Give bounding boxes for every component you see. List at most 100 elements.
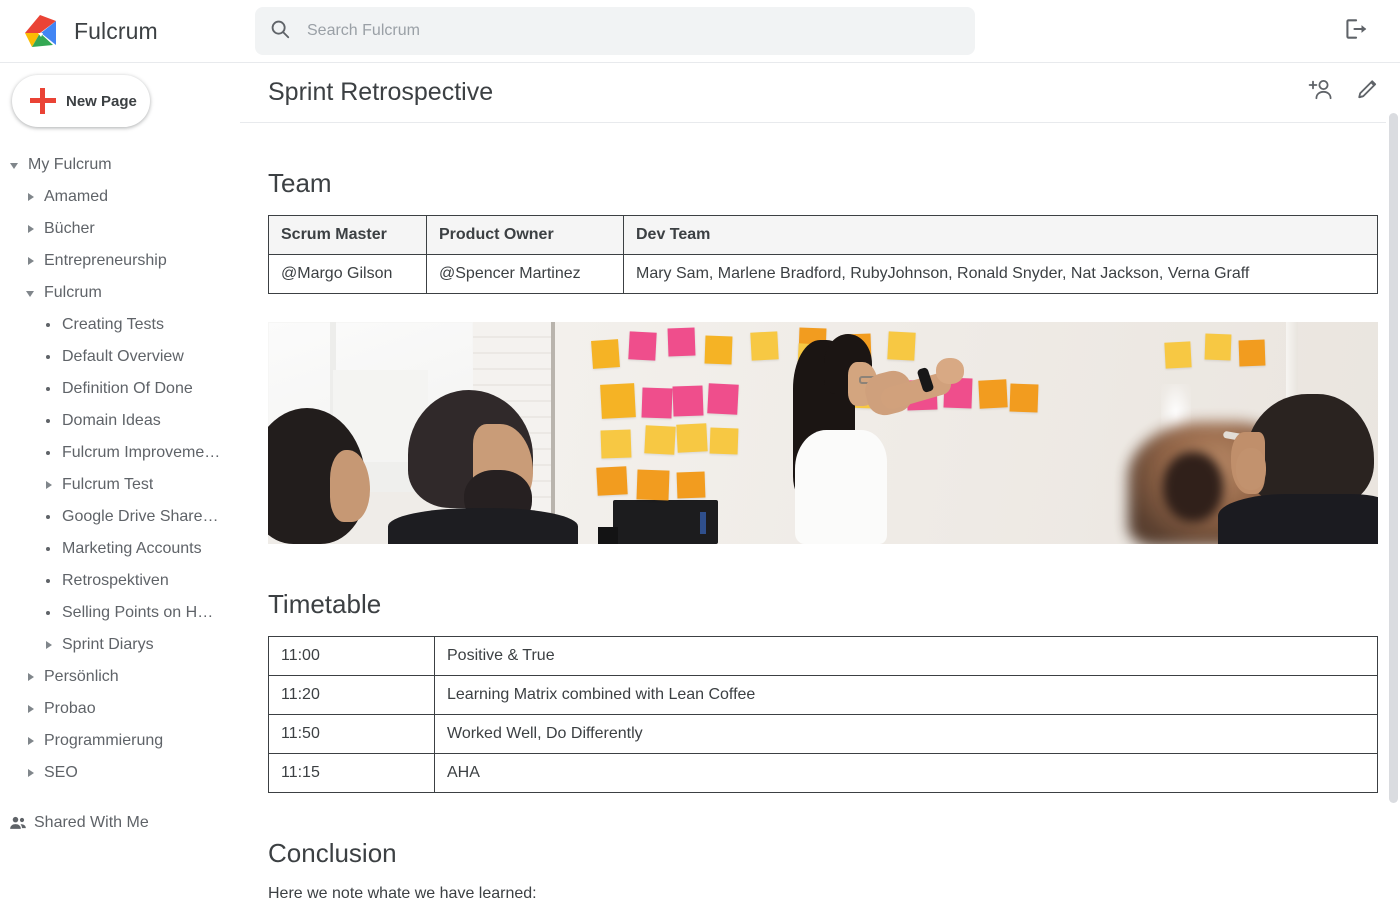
chevron-right-icon[interactable]	[24, 254, 38, 268]
sidebar-item-entrepreneurship[interactable]: Entrepreneurship	[0, 245, 240, 277]
sticky-note	[1009, 383, 1039, 413]
timetable-topic-cell: Worked Well, Do Differently	[434, 714, 1378, 754]
sidebar-item-label: Sprint Diarys	[62, 636, 154, 653]
bullet-icon	[42, 542, 56, 556]
sticky-note	[676, 471, 706, 499]
chevron-right-icon[interactable]	[24, 670, 38, 684]
sidebar-item-label: Bücher	[44, 220, 95, 237]
new-page-label: New Page	[66, 92, 137, 110]
sticky-note	[628, 331, 657, 361]
sidebar-item-default-overview[interactable]: Default Overview	[0, 341, 240, 373]
sidebar-item-fulcrum-test[interactable]: Fulcrum Test	[0, 469, 240, 501]
sidebar-item-pers-nlich[interactable]: Persönlich	[0, 661, 240, 693]
bullet-icon	[42, 446, 56, 460]
timetable-time-cell: 11:50	[268, 714, 435, 754]
sidebar-item-label: Selling Points on Ho…	[62, 604, 222, 621]
sidebar-item-fulcrum[interactable]: Fulcrum	[0, 277, 240, 309]
table-row: 11:15 AHA	[268, 753, 1378, 793]
logout-icon	[1342, 16, 1368, 47]
sticky-note	[1204, 333, 1232, 361]
retrospective-photo: Team at a whiteboard covered with yellow…	[268, 322, 1378, 544]
sticky-note	[704, 335, 733, 365]
sidebar-item-label: Persönlich	[44, 668, 119, 685]
sidebar-item-label: Fulcrum Test	[62, 476, 154, 493]
chevron-right-icon[interactable]	[24, 702, 38, 716]
sidebar-item-sprint-diarys[interactable]: Sprint Diarys	[0, 629, 240, 661]
new-page-button[interactable]: New Page	[12, 75, 150, 127]
page-header-actions	[1306, 78, 1384, 108]
sidebar-item-amamed[interactable]: Amamed	[0, 181, 240, 213]
edit-page-button[interactable]	[1354, 78, 1384, 108]
sticky-note	[707, 383, 739, 415]
chevron-right-icon[interactable]	[42, 638, 56, 652]
bullet-icon	[42, 350, 56, 364]
bullet-icon	[42, 318, 56, 332]
sidebar-item-b-cher[interactable]: Bücher	[0, 213, 240, 245]
conclusion-heading: Conclusion	[268, 838, 397, 868]
sidebar-item-shared-with-me[interactable]: Shared With Me	[0, 807, 240, 839]
page-scrollbar[interactable]	[1386, 63, 1400, 900]
sidebar-item-definition-of-done[interactable]: Definition Of Done	[0, 373, 240, 405]
search-input[interactable]	[305, 21, 925, 41]
sidebar-item-domain-ideas[interactable]: Domain Ideas	[0, 405, 240, 437]
logout-button[interactable]	[1338, 14, 1372, 48]
chevron-down-icon[interactable]	[24, 286, 38, 300]
table-row: 11:00 Positive & True	[268, 636, 1378, 676]
chevron-right-icon[interactable]	[24, 766, 38, 780]
top-bar: Fulcrum	[0, 0, 1400, 63]
bullet-icon	[42, 606, 56, 620]
page-tree: My Fulcrum Amamed Bücher Entrepreneurship Fu…	[0, 149, 240, 789]
sidebar-item-probao[interactable]: Probao	[0, 693, 240, 725]
person-add-icon	[1308, 77, 1334, 108]
plus-icon	[30, 88, 56, 114]
brand: Fulcrum	[0, 0, 255, 62]
sidebar-item-marketing-accounts[interactable]: Marketing Accounts	[0, 533, 240, 565]
sidebar-item-label: Default Overview	[62, 348, 184, 365]
chevron-down-icon[interactable]	[8, 158, 22, 172]
sticky-note	[750, 331, 779, 361]
add-person-button[interactable]	[1306, 78, 1336, 108]
sidebar-item-my-fulcrum[interactable]: My Fulcrum	[0, 149, 240, 181]
sticky-note	[676, 423, 708, 453]
timetable-time-cell: 11:20	[268, 675, 435, 715]
sidebar-item-selling-points-on-ho[interactable]: Selling Points on Ho…	[0, 597, 240, 629]
sidebar-item-google-drive-share[interactable]: Google Drive Share …	[0, 501, 240, 533]
sticky-note	[1164, 341, 1192, 369]
sidebar-item-fulcrum-improveme[interactable]: Fulcrum Improveme…	[0, 437, 240, 469]
sidebar-item-label: Google Drive Share …	[62, 508, 222, 525]
pencil-edit-icon	[1356, 77, 1382, 108]
sidebar-item-creating-tests[interactable]: Creating Tests	[0, 309, 240, 341]
team-table: Scrum Master Product Owner Dev Team @Margo…	[268, 215, 1378, 294]
sidebar-item-programmierung[interactable]: Programmierung	[0, 725, 240, 757]
chevron-right-icon[interactable]	[24, 734, 38, 748]
column-header: Product Owner	[426, 215, 624, 255]
main-content: Sprint Retrospective Team Scrum Master P…	[240, 63, 1400, 900]
sidebar-item-label: Fulcrum	[44, 284, 102, 301]
sidebar-item-label: Amamed	[44, 188, 109, 205]
page-header: Sprint Retrospective	[240, 63, 1400, 123]
search-bar[interactable]	[255, 7, 975, 55]
sidebar-item-label: Definition Of Done	[62, 380, 193, 397]
table-header-row: Scrum Master Product Owner Dev Team	[268, 215, 1378, 255]
sticky-note	[887, 331, 916, 361]
timetable-time-cell: 11:15	[268, 753, 435, 793]
chevron-right-icon[interactable]	[24, 190, 38, 204]
sidebar-item-retrospektiven[interactable]: Retrospektiven	[0, 565, 240, 597]
sticky-note	[600, 383, 636, 419]
chevron-right-icon[interactable]	[42, 478, 56, 492]
sidebar-item-seo[interactable]: SEO	[0, 757, 240, 789]
sticky-note	[978, 379, 1008, 409]
sidebar: New Page My Fulcrum Amamed Bücher Entrepren…	[0, 63, 240, 900]
table-row: 11:50 Worked Well, Do Differently	[268, 714, 1378, 754]
sticky-note	[641, 387, 673, 419]
sticky-note	[709, 427, 739, 455]
bullet-icon	[42, 574, 56, 588]
sticky-note	[596, 466, 628, 496]
sticky-note	[644, 425, 676, 455]
sidebar-item-label: SEO	[44, 764, 78, 781]
sidebar-item-label: Fulcrum Improveme…	[62, 444, 221, 461]
sticky-note	[672, 385, 704, 417]
scrollbar-thumb[interactable]	[1389, 113, 1398, 803]
sidebar-item-label: Domain Ideas	[62, 412, 161, 429]
chevron-right-icon[interactable]	[24, 222, 38, 236]
